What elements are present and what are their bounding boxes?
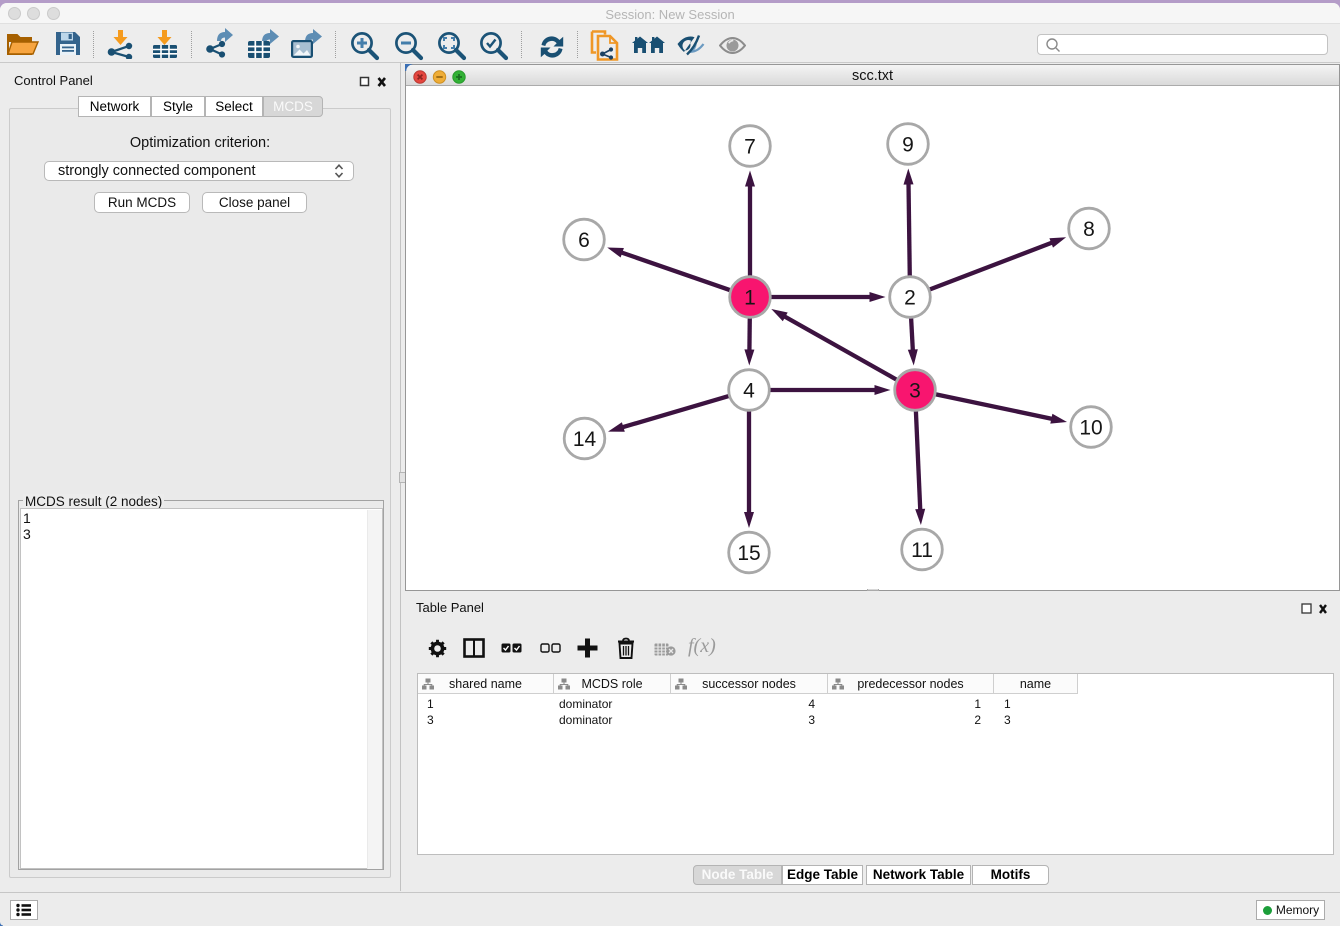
svg-text:14: 14: [573, 428, 597, 451]
svg-text:8: 8: [1083, 218, 1095, 241]
svg-text:11: 11: [911, 539, 933, 562]
svg-text:6: 6: [578, 229, 590, 252]
svg-text:15: 15: [737, 542, 760, 565]
svg-text:7: 7: [744, 136, 756, 159]
svg-text:10: 10: [1079, 417, 1102, 440]
svg-text:2: 2: [904, 287, 916, 310]
svg-text:3: 3: [909, 380, 921, 403]
svg-text:9: 9: [902, 134, 914, 157]
svg-text:1: 1: [744, 287, 756, 310]
svg-text:4: 4: [743, 380, 755, 403]
